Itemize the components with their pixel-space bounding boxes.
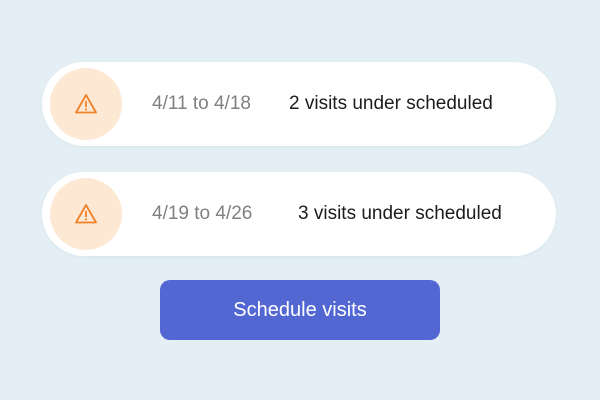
warning-badge bbox=[50, 68, 122, 140]
under-scheduled-visits-panel: 4/11 to 4/18 2 visits under scheduled 4/… bbox=[0, 0, 600, 400]
warning-badge bbox=[50, 178, 122, 250]
alert-message: 3 visits under scheduled bbox=[298, 203, 502, 224]
warning-triangle-icon bbox=[75, 204, 97, 224]
alert-card: 4/11 to 4/18 2 visits under scheduled bbox=[42, 62, 556, 146]
warning-triangle-icon bbox=[75, 94, 97, 114]
alert-message: 2 visits under scheduled bbox=[289, 93, 493, 114]
schedule-visits-button[interactable]: Schedule visits bbox=[160, 280, 440, 340]
alert-date-range: 4/11 to 4/18 bbox=[152, 93, 251, 114]
alert-card: 4/19 to 4/26 3 visits under scheduled bbox=[42, 172, 556, 256]
alert-date-range: 4/19 to 4/26 bbox=[152, 203, 253, 224]
